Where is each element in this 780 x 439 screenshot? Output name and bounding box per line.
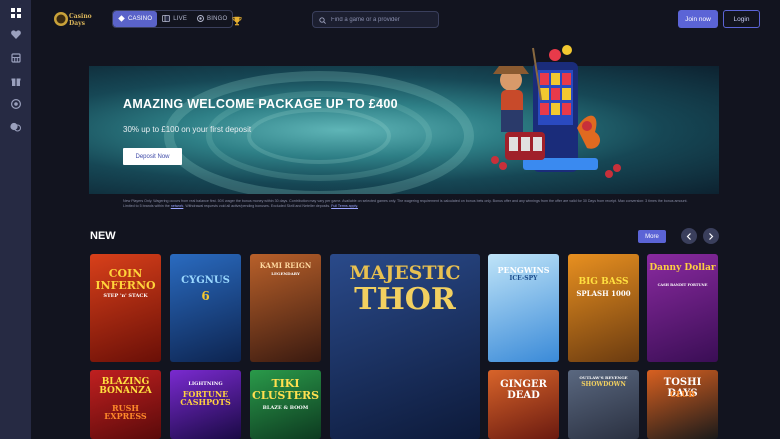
tab-casino[interactable]: CASINO <box>113 11 158 27</box>
game-tile[interactable]: MAJESTIC THOR <box>330 254 480 439</box>
bingo-ball-icon <box>197 14 204 24</box>
game-tile[interactable]: COIN INFERNO STEP 'n' STACK <box>90 254 161 362</box>
game-subtitle: CLUB <box>669 389 696 399</box>
carousel-prev-button[interactable] <box>681 228 697 244</box>
game-subtitle: STEP 'n' STACK <box>103 293 148 299</box>
promo-terms: New Players Only. Wagering occurs from r… <box>123 199 693 208</box>
game-tile[interactable]: Danny Dollar CASH BANDIT FORTUNE <box>647 254 718 362</box>
grid-icon[interactable] <box>9 6 22 19</box>
login-button[interactable]: Login <box>723 10 760 28</box>
game-tile[interactable]: BLAZING BONANZA RUSH EXPRESS <box>90 370 161 439</box>
trophy-icon[interactable] <box>232 13 242 26</box>
game-subtitle: OUTLAW'S REVENGE <box>579 375 628 380</box>
heart-icon[interactable] <box>9 28 22 41</box>
game-tile[interactable]: GINGER DEAD <box>488 370 559 439</box>
game-title: TIKI CLUSTERS <box>251 377 320 402</box>
chevron-left-icon <box>686 227 692 245</box>
game-title: KAMI REIGN <box>259 261 312 270</box>
svg-text:Casino: Casino <box>69 13 92 20</box>
terms-network-link[interactable]: network <box>171 204 184 208</box>
game-tile[interactable]: OUTLAW'S REVENGE SHOWDOWN <box>568 370 639 439</box>
game-title: COIN INFERNO <box>95 267 156 292</box>
tab-bingo-label: BINGO <box>207 16 228 22</box>
terms-tail: . Withdrawal requests void all active/pe… <box>183 203 331 208</box>
game-tile[interactable]: BIG BASS SPLASH 1000 <box>568 254 639 362</box>
game-subtitle: THOR <box>354 282 456 317</box>
game-subtitle: SPLASH 1000 <box>576 289 631 298</box>
game-title: BLAZING BONANZA <box>99 377 152 397</box>
tab-live-label: LIVE <box>173 16 188 22</box>
deposit-now-button[interactable]: Deposit Now <box>123 148 182 165</box>
game-title: SHOWDOWN <box>581 381 626 388</box>
game-subtitle: ICE-SPY <box>509 275 538 282</box>
game-title: BIG BASS <box>578 277 629 287</box>
brand-logo[interactable]: Casino Days <box>53 9 97 29</box>
game-tile[interactable]: TIKI CLUSTERS BLAZE & BOOM <box>250 370 321 439</box>
search-input[interactable] <box>331 16 431 23</box>
game-title: FORTUNE CASHPOTS <box>180 389 231 408</box>
join-now-button[interactable]: Join now <box>678 10 718 28</box>
game-subtitle: 6 <box>201 289 210 303</box>
game-title: CYGNUS <box>181 275 230 286</box>
game-subtitle: LIGHTNING <box>188 381 223 387</box>
game-tile[interactable]: PENGWINS ICE-SPY <box>488 254 559 362</box>
product-tabs: CASINO LIVE BINGO <box>112 10 234 28</box>
promo-subtitle: 30% up to £100 on your first deposit <box>123 125 252 134</box>
search-icon <box>319 11 326 29</box>
left-rail <box>0 0 31 439</box>
chevron-right-icon <box>708 227 714 245</box>
carousel-next-button[interactable] <box>703 228 719 244</box>
cowboy-slot-machine-illustration <box>475 40 635 190</box>
chip-icon[interactable] <box>9 97 22 110</box>
chat-support-icon[interactable] <box>9 120 22 133</box>
tab-casino-label: CASINO <box>128 16 153 22</box>
tab-bingo[interactable]: BINGO <box>192 11 232 27</box>
game-title: Danny Dollar <box>649 263 716 273</box>
game-tile[interactable]: TOSHI DAYS CLUB <box>647 370 718 439</box>
diamond-icon <box>118 14 125 24</box>
game-subtitle: CASH BANDIT FORTUNE <box>657 283 708 287</box>
game-subtitle: LEGENDARY <box>271 271 300 276</box>
game-subtitle: RUSH EXPRESS <box>104 403 147 422</box>
game-title: MAJESTIC <box>349 262 461 284</box>
search-box[interactable] <box>312 11 439 28</box>
game-subtitle: BLAZE & BOOM <box>262 405 309 411</box>
game-title: GINGER DEAD <box>500 379 547 401</box>
game-title: PENGWINS <box>497 265 550 275</box>
game-tile[interactable]: KAMI REIGN LEGENDARY <box>250 254 321 362</box>
tab-live[interactable]: LIVE <box>157 11 192 27</box>
promo-title: AMAZING WELCOME PACKAGE UP TO £400 <box>123 97 398 111</box>
gift-icon[interactable] <box>9 74 22 87</box>
more-button[interactable]: More <box>638 230 666 243</box>
game-tile[interactable]: FORTUNE CASHPOTS LIGHTNING <box>170 370 241 439</box>
slot-machine-icon[interactable] <box>9 51 22 64</box>
svg-text:Days: Days <box>69 20 86 27</box>
cards-icon <box>162 14 171 24</box>
game-tile[interactable]: CYGNUS 6 <box>170 254 241 362</box>
full-terms-link[interactable]: Full Terms apply. <box>331 204 358 208</box>
section-title: NEW <box>90 230 116 242</box>
